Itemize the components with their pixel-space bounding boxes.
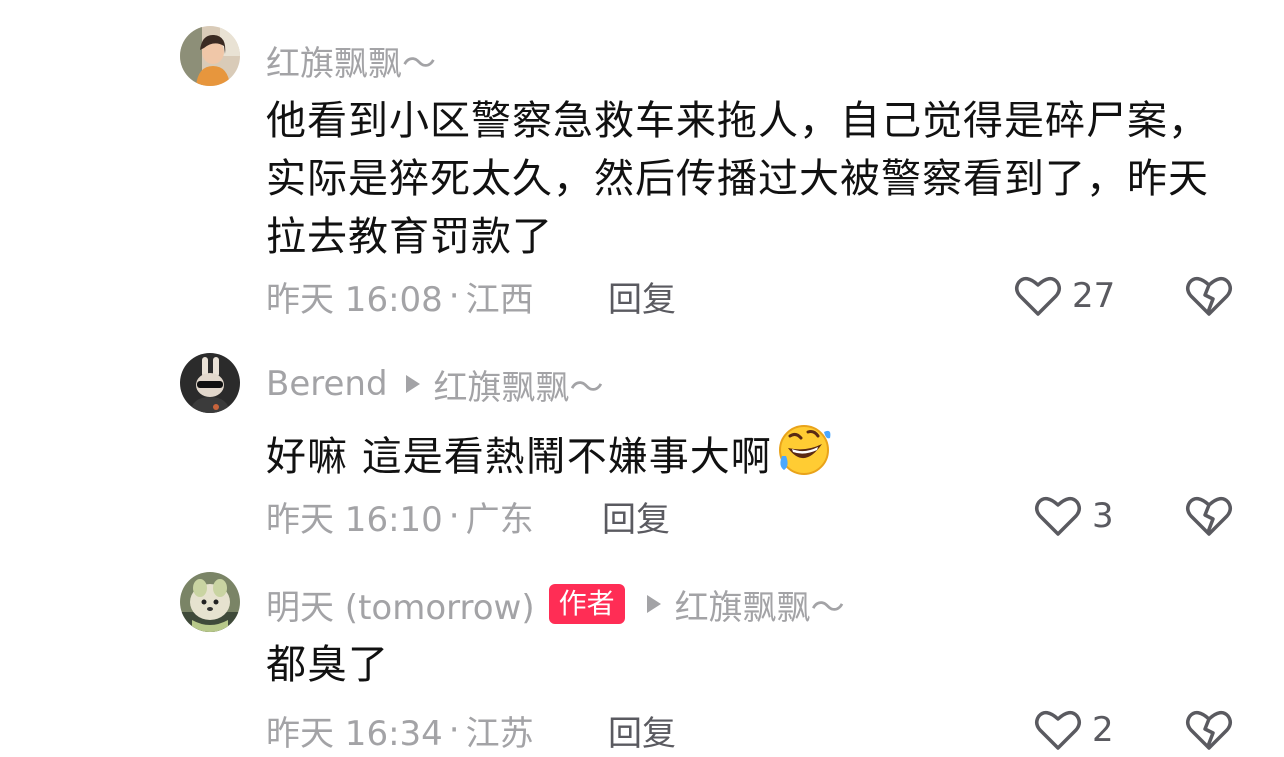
reply-to-username[interactable]: 红旗飘飘～	[675, 580, 845, 629]
dot-separator: ·	[448, 276, 460, 316]
comment-meta: 昨天 16:08 · 江西	[266, 272, 534, 320]
heart-outline-icon	[1035, 710, 1081, 750]
like-count: 2	[1092, 710, 1114, 750]
like-button[interactable]: 3	[1034, 492, 1114, 540]
location: 广东	[465, 499, 534, 540]
dislike-button[interactable]	[1183, 706, 1235, 754]
comment-text: 都臭了	[266, 642, 389, 688]
dislike-button[interactable]	[1183, 272, 1235, 320]
comment-meta: 昨天 16:34 · 江苏	[266, 706, 534, 754]
timestamp: 昨天 16:10	[266, 499, 443, 540]
location: 江苏	[465, 713, 534, 754]
reply-arrow-icon	[646, 595, 661, 613]
dot-separator: ·	[448, 710, 460, 750]
dislike-button[interactable]	[1183, 492, 1235, 540]
like-button[interactable]: 27	[1014, 272, 1115, 320]
comment-header: Berend 红旗飘飘～	[266, 360, 604, 408]
like-button[interactable]: 2	[1034, 706, 1114, 754]
timestamp: 昨天 16:34	[266, 713, 443, 754]
location: 江西	[465, 279, 534, 320]
author-badge: 作者	[548, 584, 625, 624]
avatar[interactable]	[180, 572, 240, 632]
heart-outline-icon	[1015, 276, 1061, 316]
avatar[interactable]	[180, 26, 240, 86]
comment-text: 他看到小区警察急救车来拖人，自己觉得是碎尸案，实际是猝死太久，然后传播过大被警察…	[266, 98, 1209, 260]
username[interactable]: 红旗飘飘～	[266, 36, 436, 85]
username[interactable]: Berend	[266, 364, 388, 404]
heart-outline-icon	[1035, 496, 1081, 536]
reply-button[interactable]: 回复	[608, 272, 676, 320]
comment-text-content: 好嘛 這是看熱鬧不嫌事大啊	[266, 434, 772, 480]
like-count: 27	[1072, 276, 1116, 316]
reply-button[interactable]: 回复	[608, 706, 676, 754]
reply-arrow-icon	[405, 375, 420, 393]
broken-heart-icon	[1186, 710, 1232, 750]
comment-header: 明天 (tomorrow) 作者 红旗飘飘～	[266, 580, 845, 628]
comment-meta: 昨天 16:10 · 广东	[266, 492, 534, 540]
broken-heart-icon	[1186, 496, 1232, 536]
rolling-laughing-emoji	[776, 422, 832, 494]
username[interactable]: 明天 (tomorrow)	[266, 580, 535, 629]
timestamp: 昨天 16:08	[266, 279, 443, 320]
dot-separator: ·	[448, 496, 460, 536]
broken-heart-icon	[1186, 276, 1232, 316]
comment-text: 好嘛 這是看熱鬧不嫌事大啊	[266, 422, 1226, 494]
avatar[interactable]	[180, 353, 240, 413]
comment-header: 红旗飘飘～	[266, 36, 436, 84]
like-count: 3	[1092, 496, 1114, 536]
reply-to-username[interactable]: 红旗飘飘～	[434, 360, 604, 409]
reply-button[interactable]: 回复	[602, 492, 670, 540]
